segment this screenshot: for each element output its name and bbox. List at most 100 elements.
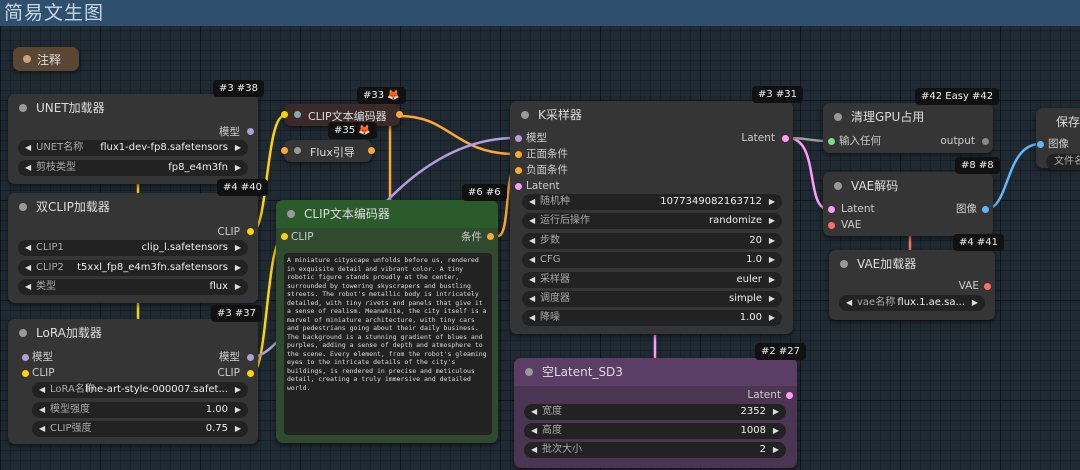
collapse-dot[interactable] <box>840 260 848 268</box>
arrow-left-icon[interactable]: ◀ <box>25 240 31 256</box>
clean-gpu-node[interactable]: 清理GPU占用 输入任何 output <box>823 103 993 153</box>
denoise-input[interactable]: ◀ 降噪 1.00 ▶ <box>522 310 782 326</box>
vae-name-combo[interactable]: ◀ vae名称 flux.1.ae.sa... ▶ <box>839 295 985 311</box>
arrow-left-icon[interactable]: ◀ <box>25 140 31 156</box>
vae-loader-node[interactable]: VAE加载器 VAE ◀ vae名称 flux.1.ae.sa... ▶ <box>829 250 995 320</box>
clip-text-encode-node[interactable]: CLIP文本编码器 CLIP 条件 A miniature cityscape … <box>276 200 498 443</box>
empty-latent-node[interactable]: 空Latent_SD3 Latent ◀ 宽度 2352 ▶ ◀ 高度 1008 ▶ ◀ 批次… <box>514 358 797 468</box>
arrow-left-icon[interactable]: ◀ <box>529 233 535 249</box>
width-input[interactable]: ◀ 宽度 2352 ▶ <box>524 404 786 420</box>
arrow-left-icon[interactable]: ◀ <box>529 310 535 326</box>
collapse-dot[interactable] <box>834 113 842 121</box>
collapse-dot[interactable] <box>834 182 842 190</box>
output-cond-dot[interactable] <box>368 147 375 154</box>
collapse-dot[interactable] <box>19 104 27 112</box>
arrow-left-icon[interactable]: ◀ <box>529 291 535 307</box>
arrow-left-icon[interactable]: ◀ <box>25 160 31 176</box>
arrow-left-icon[interactable]: ◀ <box>529 272 535 288</box>
input-cond-dot[interactable] <box>281 147 288 154</box>
input-negative-dot[interactable] <box>515 167 522 174</box>
collapse-dot[interactable] <box>23 55 31 63</box>
arrow-right-icon[interactable]: ▶ <box>235 260 241 276</box>
save-image-node[interactable]: 保存 图像 文件名 <box>1036 108 1080 170</box>
batch-size-input[interactable]: ◀ 批次大小 2 ▶ <box>524 442 786 458</box>
arrow-right-icon[interactable]: ▶ <box>235 240 241 256</box>
output-cond-dot[interactable] <box>396 111 403 118</box>
collapse-dot[interactable] <box>19 329 27 337</box>
arrow-right-icon[interactable]: ▶ <box>773 404 779 420</box>
unet-name-combo[interactable]: ◀ UNET名称 flux1-dev-fp8.safetensors ▶ <box>18 140 248 156</box>
arrow-left-icon[interactable]: ◀ <box>531 442 537 458</box>
input-latent-dot[interactable] <box>828 206 835 213</box>
arrow-right-icon[interactable]: ▶ <box>235 421 241 437</box>
input-positive-dot[interactable] <box>515 151 522 158</box>
output-vae-dot[interactable] <box>984 283 991 290</box>
input-model-dot[interactable] <box>22 354 29 361</box>
arrow-right-icon[interactable]: ▶ <box>773 442 779 458</box>
arrow-right-icon[interactable]: ▶ <box>769 272 775 288</box>
output-latent-dot[interactable] <box>786 392 793 399</box>
arrow-left-icon[interactable]: ◀ <box>25 279 31 295</box>
arrow-left-icon[interactable]: ◀ <box>529 252 535 268</box>
ksampler-node[interactable]: K采样器 模型 Latent 正面条件 负面条件 Latent ◀ 随机种 1077… <box>510 101 793 334</box>
steps-input[interactable]: ◀ 步数 20 ▶ <box>522 233 782 249</box>
cfg-input[interactable]: ◀ CFG 1.0 ▶ <box>522 252 782 268</box>
collapse-dot[interactable] <box>521 111 529 119</box>
clip-strength-input[interactable]: ◀ CLIP强度 0.75 ▶ <box>32 421 248 437</box>
output-dot[interactable] <box>982 138 989 145</box>
flux-guidance-node[interactable]: Flux引导 <box>281 140 375 162</box>
input-clip-dot[interactable] <box>281 233 288 240</box>
height-input[interactable]: ◀ 高度 1008 ▶ <box>524 423 786 439</box>
arrow-right-icon[interactable]: ▶ <box>769 310 775 326</box>
arrow-right-icon[interactable]: ▶ <box>235 279 241 295</box>
filename-prefix-input[interactable]: 文件名 <box>1046 154 1080 170</box>
output-model-dot[interactable] <box>247 354 254 361</box>
arrow-right-icon[interactable]: ▶ <box>769 194 775 210</box>
note-node[interactable]: 注释 <box>13 47 79 71</box>
input-model-dot[interactable] <box>515 135 522 142</box>
clip-type-combo[interactable]: ◀ 类型 flux ▶ <box>18 279 248 295</box>
control-after-generate-combo[interactable]: ◀ 运行后操作 randomize ▶ <box>522 213 782 229</box>
lora-loader-node[interactable]: LoRA加载器 模型 模型 CLIP CLIP ◀ LoRA名称 line-art-… <box>8 319 258 444</box>
prompt-textarea[interactable]: A miniature cityscape unfolds before us,… <box>284 253 492 435</box>
arrow-right-icon[interactable]: ▶ <box>769 213 775 229</box>
collapse-dot[interactable] <box>525 368 533 376</box>
arrow-right-icon[interactable]: ▶ <box>773 423 779 439</box>
seed-input[interactable]: ◀ 随机种 1077349082163712 ▶ <box>522 194 782 210</box>
arrow-right-icon[interactable]: ▶ <box>769 233 775 249</box>
input-latent-dot[interactable] <box>515 183 522 190</box>
arrow-right-icon[interactable]: ▶ <box>235 140 241 156</box>
output-clip-dot[interactable] <box>247 370 254 377</box>
arrow-left-icon[interactable]: ◀ <box>39 421 45 437</box>
arrow-left-icon[interactable]: ◀ <box>846 295 852 311</box>
sampler-combo[interactable]: ◀ 采样器 euler ▶ <box>522 272 782 288</box>
arrow-left-icon[interactable]: ◀ <box>529 194 535 210</box>
output-model-dot[interactable] <box>247 128 254 135</box>
arrow-right-icon[interactable]: ▶ <box>972 295 978 311</box>
collapse-dot[interactable] <box>294 111 301 118</box>
arrow-right-icon[interactable]: ▶ <box>235 160 241 176</box>
output-clip-dot[interactable] <box>247 228 254 235</box>
clip2-combo[interactable]: ◀ CLIP2 t5xxl_fp8_e4m3fn.safetensors ▶ <box>18 260 248 276</box>
dual-clip-loader-node[interactable]: 双CLIP加载器 CLIP ◀ CLIP1 clip_l.safetensors ▶ … <box>8 193 258 303</box>
input-clip-dot[interactable] <box>281 111 288 118</box>
model-strength-input[interactable]: ◀ 模型强度 1.00 ▶ <box>32 402 248 418</box>
arrow-left-icon[interactable]: ◀ <box>531 423 537 439</box>
arrow-right-icon[interactable]: ▶ <box>235 402 241 418</box>
lora-name-combo[interactable]: ◀ LoRA名称 line-art-style-000007.safet... ▶ <box>32 382 248 398</box>
output-cond-dot[interactable] <box>487 233 494 240</box>
collapse-dot[interactable] <box>294 147 301 154</box>
arrow-left-icon[interactable]: ◀ <box>39 402 45 418</box>
arrow-left-icon[interactable]: ◀ <box>529 213 535 229</box>
unet-loader-node[interactable]: UNET加载器 模型 ◀ UNET名称 flux1-dev-fp8.safetens… <box>8 94 258 184</box>
input-image-dot[interactable] <box>1037 141 1044 148</box>
clip1-combo[interactable]: ◀ CLIP1 clip_l.safetensors ▶ <box>18 240 248 256</box>
arrow-right-icon[interactable]: ▶ <box>235 382 241 398</box>
arrow-left-icon[interactable]: ◀ <box>531 404 537 420</box>
arrow-right-icon[interactable]: ▶ <box>769 252 775 268</box>
scheduler-combo[interactable]: ◀ 调度器 simple ▶ <box>522 291 782 307</box>
collapse-dot[interactable] <box>19 203 27 211</box>
input-clip-dot[interactable] <box>22 370 29 377</box>
output-image-dot[interactable] <box>982 206 989 213</box>
input-vae-dot[interactable] <box>828 222 835 229</box>
